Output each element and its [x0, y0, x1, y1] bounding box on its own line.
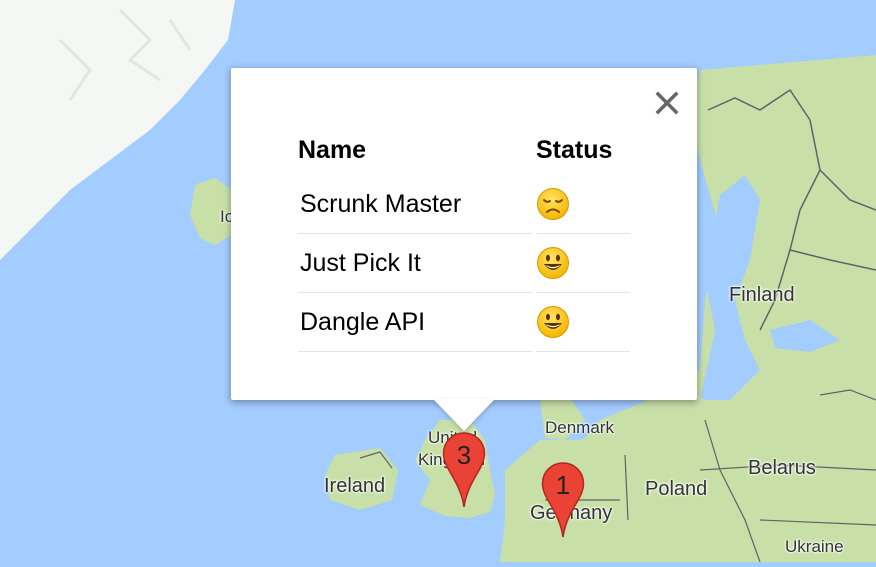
map-marker-1[interactable]: 1: [541, 462, 585, 538]
map-marker-1-number: 1: [555, 470, 571, 500]
smiley-face-icon: [536, 246, 570, 280]
status-table: Name Status Scrunk Master Just Pick It D…: [294, 128, 634, 352]
close-icon[interactable]: [652, 88, 682, 118]
table-row: Just Pick It: [298, 234, 630, 293]
row-status: [536, 234, 630, 293]
row-status: [536, 293, 630, 352]
row-name: Scrunk Master: [298, 175, 532, 234]
smiley-face-icon: [536, 305, 570, 339]
row-status: [536, 175, 630, 234]
map-label-finland: Finland: [729, 284, 795, 306]
status-table-header-row: Name Status: [298, 128, 630, 175]
map-label-poland: Poland: [645, 478, 708, 500]
map-label-ireland: Ireland: [324, 475, 386, 497]
row-name: Dangle API: [298, 293, 532, 352]
table-row: Dangle API: [298, 293, 630, 352]
disappointed-face-icon: [536, 187, 570, 221]
column-header-name: Name: [298, 136, 367, 164]
map-marker-3-number: 3: [456, 440, 472, 470]
info-window-tail: [433, 399, 495, 431]
map-marker-3[interactable]: 3: [442, 432, 486, 508]
map-label-belarus: Belarus: [748, 457, 816, 479]
map-label-denmark: Denmark: [545, 418, 614, 437]
map-label-ukraine: Ukraine: [785, 537, 844, 556]
table-row: Scrunk Master: [298, 175, 630, 234]
row-name: Just Pick It: [298, 234, 532, 293]
close-icon-glyph: [655, 91, 679, 115]
column-header-status: Status: [536, 136, 613, 164]
